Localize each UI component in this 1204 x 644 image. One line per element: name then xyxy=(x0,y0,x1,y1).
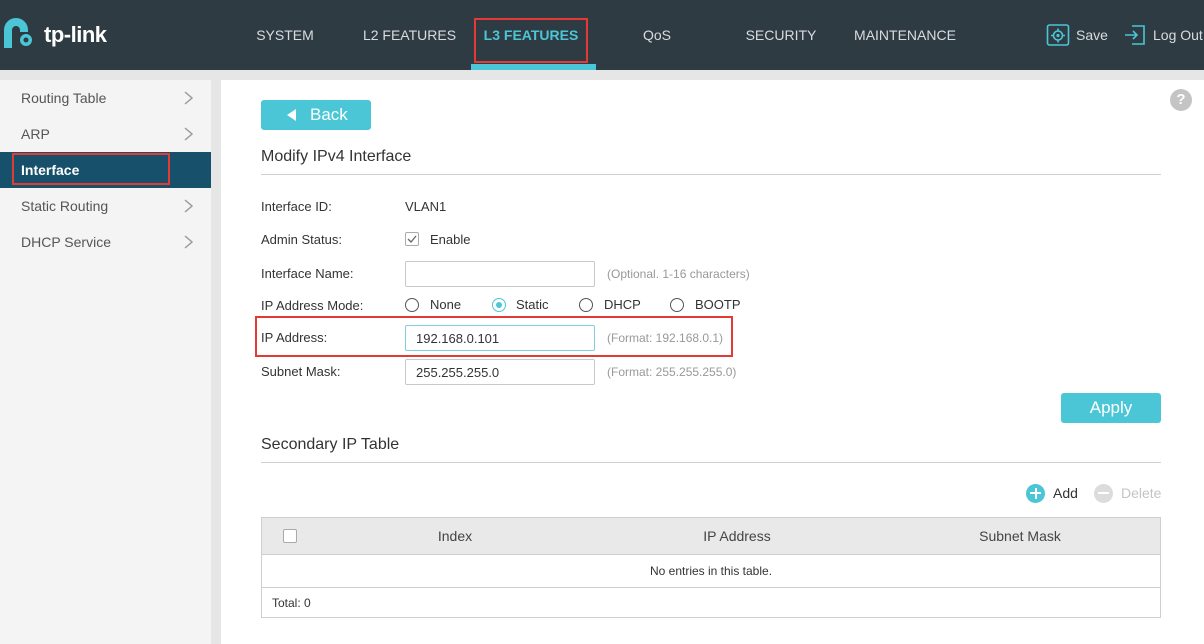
subnet-mask-hint: (Format: 255.255.255.0) xyxy=(607,365,737,379)
logo-text: tp-link xyxy=(44,22,107,47)
table-total: Total: 0 xyxy=(272,596,311,610)
add-icon xyxy=(1026,483,1045,503)
ip-mode-radio-dhcp[interactable] xyxy=(579,298,593,312)
table-empty-row: No entries in this table. xyxy=(262,555,1160,588)
tp-link-logo-icon xyxy=(4,18,32,48)
ip-mode-label: IP Address Mode: xyxy=(261,298,364,313)
chevron-right-icon xyxy=(184,235,193,249)
nav-system[interactable]: SYSTEM xyxy=(240,0,330,70)
sidebar-item-label: ARP xyxy=(21,126,50,142)
ip-address-input[interactable] xyxy=(405,325,595,351)
back-arrow-icon xyxy=(287,109,296,121)
add-label: Add xyxy=(1053,485,1078,501)
subnet-mask-label: Subnet Mask: xyxy=(261,364,341,379)
logout-icon xyxy=(1125,25,1145,45)
sidebar-item-dhcp-service[interactable]: DHCP Service xyxy=(0,224,211,260)
ip-address-hint: (Format: 192.168.0.1) xyxy=(607,331,724,345)
chevron-right-icon xyxy=(184,127,193,141)
save-label: Save xyxy=(1076,27,1108,43)
interface-name-label: Interface Name: xyxy=(261,266,354,281)
nav-l2-features[interactable]: L2 FEATURES xyxy=(352,0,467,70)
delete-label: Delete xyxy=(1121,485,1162,501)
sidebar-item-label: Interface xyxy=(21,162,80,178)
interface-id-value: VLAN1 xyxy=(405,199,447,214)
nav-maintenance[interactable]: MAINTENANCE xyxy=(845,0,965,70)
nav-qos[interactable]: QoS xyxy=(627,0,687,70)
ip-address-label: IP Address: xyxy=(261,330,328,345)
top-header: tp-link SYSTEM L2 FEATURES L3 FEATURES Q… xyxy=(0,0,1204,70)
section-title-secondary-ip: Secondary IP Table xyxy=(261,436,400,453)
delete-icon xyxy=(1094,483,1113,503)
ip-mode-radio-bootp[interactable] xyxy=(670,298,684,312)
interface-name-hint: (Optional. 1-16 characters) xyxy=(607,267,750,281)
section-divider xyxy=(261,174,1161,175)
chevron-right-icon xyxy=(184,199,193,213)
subnet-mask-input[interactable] xyxy=(405,359,595,385)
sidebar-item-arp[interactable]: ARP xyxy=(0,116,211,152)
ip-mode-radio-none[interactable] xyxy=(405,298,419,312)
section-divider xyxy=(261,462,1161,463)
admin-status-label: Admin Status: xyxy=(261,232,342,247)
ip-mode-option-none-label: None xyxy=(430,297,462,312)
tp-link-logo[interactable]: tp-link xyxy=(0,18,107,52)
sidebar-item-routing-table[interactable]: Routing Table xyxy=(0,80,211,116)
chevron-right-icon xyxy=(184,91,193,105)
nav-active-underline xyxy=(471,64,596,70)
back-button[interactable]: Back xyxy=(261,100,371,130)
ip-mode-radio-static[interactable] xyxy=(492,298,506,312)
sidebar-item-label: Routing Table xyxy=(21,90,107,106)
apply-button[interactable]: Apply xyxy=(1061,393,1161,423)
logout-button[interactable]: Log Out xyxy=(1123,22,1203,48)
column-header-index[interactable]: Index xyxy=(405,518,505,555)
save-gear-icon xyxy=(1046,24,1070,46)
logout-label: Log Out xyxy=(1153,27,1203,43)
admin-status-checkbox[interactable] xyxy=(405,232,419,246)
back-label: Back xyxy=(310,105,348,124)
ip-mode-option-dhcp-label: DHCP xyxy=(604,297,641,312)
add-button[interactable]: Add xyxy=(1026,483,1078,503)
save-button[interactable]: Save xyxy=(1046,22,1108,48)
ip-mode-option-static-label: Static xyxy=(516,297,549,312)
column-header-subnet-mask[interactable]: Subnet Mask xyxy=(945,518,1095,555)
sidebar-item-static-routing[interactable]: Static Routing xyxy=(0,188,211,224)
secondary-ip-table: Index IP Address Subnet Mask No entries … xyxy=(261,517,1161,618)
nav-security[interactable]: SECURITY xyxy=(736,0,826,70)
ip-mode-option-bootp-label: BOOTP xyxy=(695,297,741,312)
checkmark-icon xyxy=(407,235,417,243)
section-title-modify-ipv4: Modify IPv4 Interface xyxy=(261,148,412,165)
sidebar-item-label: DHCP Service xyxy=(21,234,111,250)
sidebar-item-label: Static Routing xyxy=(21,198,109,214)
delete-button[interactable]: Delete xyxy=(1094,483,1161,503)
table-header: Index IP Address Subnet Mask xyxy=(262,518,1160,555)
sidebar-item-interface[interactable]: Interface xyxy=(0,152,211,188)
select-all-checkbox[interactable] xyxy=(283,529,297,543)
interface-id-label: Interface ID: xyxy=(261,199,332,214)
sidebar: Routing Table ARP Interface Static Routi… xyxy=(0,80,211,644)
nav-highlight-box xyxy=(474,18,588,63)
help-icon[interactable]: ? xyxy=(1170,89,1192,111)
column-header-ip-address[interactable]: IP Address xyxy=(662,518,812,555)
admin-status-option-label: Enable xyxy=(430,232,471,247)
interface-name-input[interactable] xyxy=(405,261,595,287)
